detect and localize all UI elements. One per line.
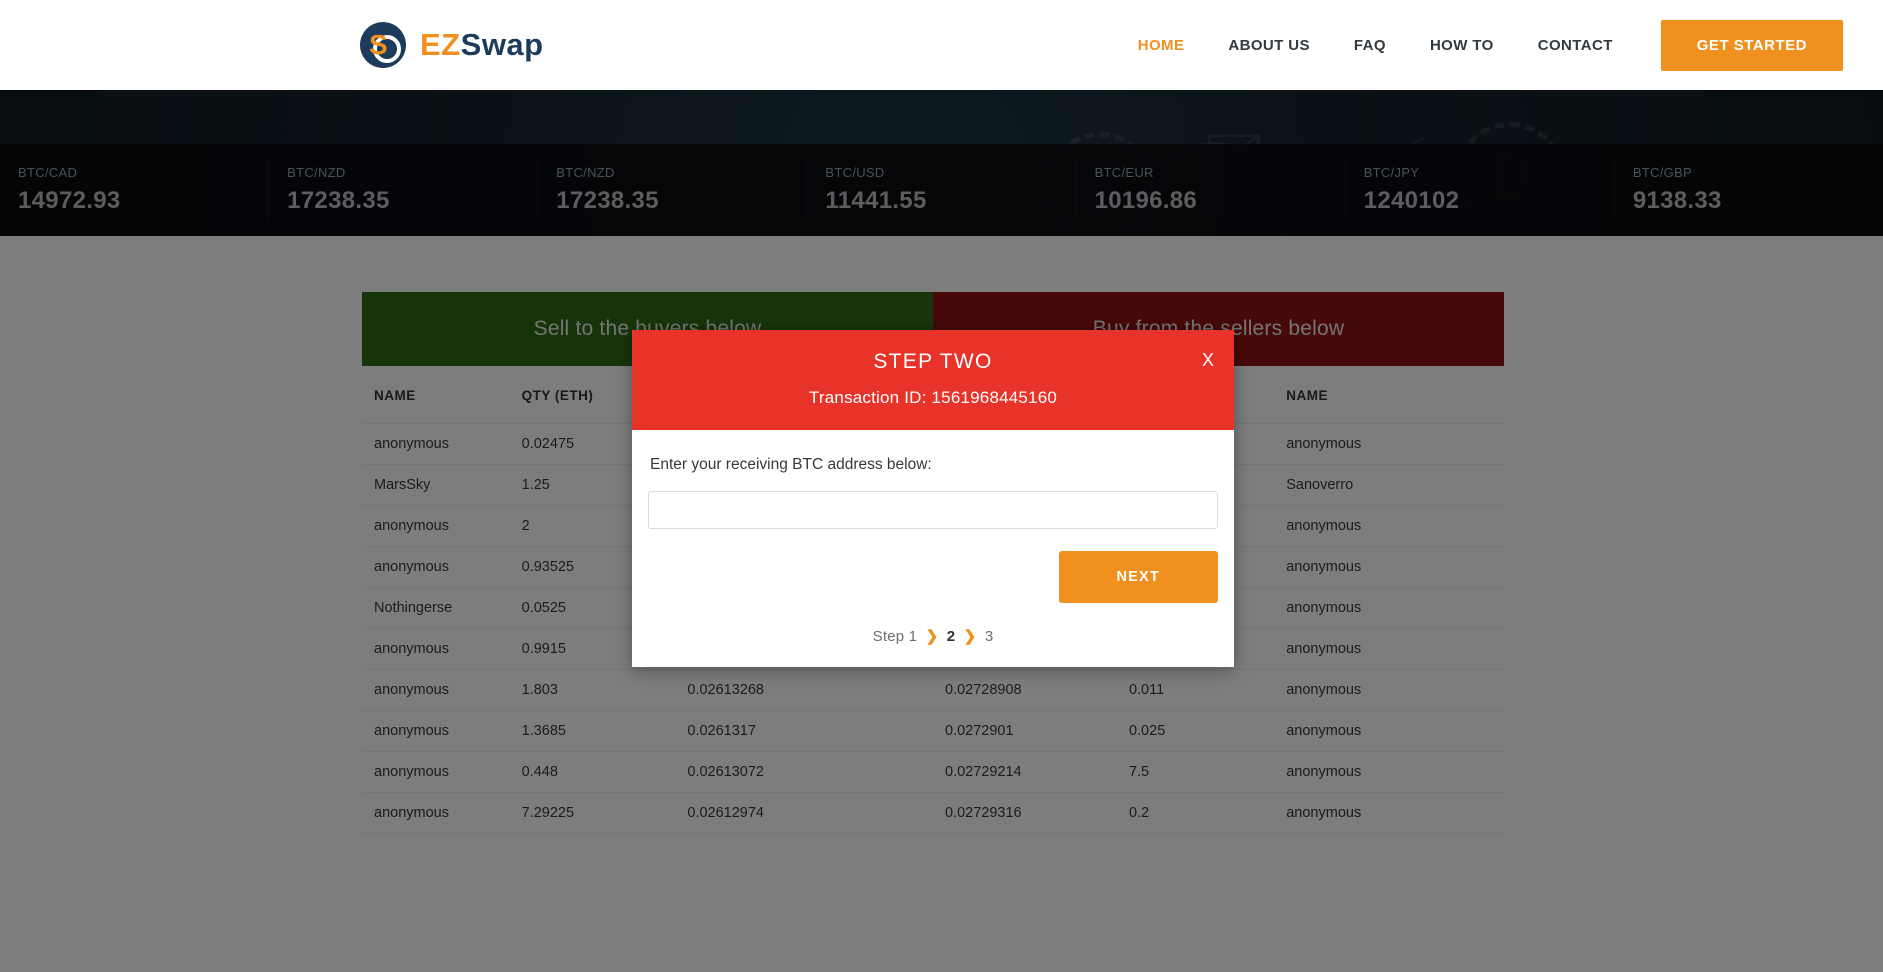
logo-mark-icon: S bbox=[360, 22, 406, 68]
app-page: S EZSwap HOME ABOUT US FAQ HOW TO CONTAC… bbox=[0, 0, 1883, 972]
nav-item-home[interactable]: HOME bbox=[1116, 27, 1207, 64]
modal-actions: NEXT bbox=[648, 551, 1218, 603]
nav-item-how-to[interactable]: HOW TO bbox=[1408, 27, 1516, 64]
logo[interactable]: S EZSwap bbox=[360, 22, 544, 68]
step-one[interactable]: 1 bbox=[909, 628, 918, 645]
site-header: S EZSwap HOME ABOUT US FAQ HOW TO CONTAC… bbox=[0, 0, 1883, 90]
modal-title: STEP TWO bbox=[873, 350, 993, 373]
step-two[interactable]: 2 bbox=[947, 628, 956, 645]
step-two-modal: STEP TWO Transaction ID: 1561968445160 X… bbox=[632, 330, 1234, 667]
btc-address-input[interactable] bbox=[648, 491, 1218, 529]
logo-wordmark: EZSwap bbox=[420, 27, 544, 63]
get-started-button[interactable]: GET STARTED bbox=[1660, 19, 1843, 71]
modal-body: Enter your receiving BTC address below: … bbox=[632, 430, 1234, 667]
btc-address-label: Enter your receiving BTC address below: bbox=[650, 456, 932, 473]
close-icon[interactable]: X bbox=[1202, 350, 1214, 371]
nav-item-faq[interactable]: FAQ bbox=[1332, 27, 1408, 64]
step-three[interactable]: 3 bbox=[985, 628, 994, 645]
logo-text-s: S bbox=[460, 27, 482, 62]
modal-transaction-id: Transaction ID: 1561968445160 bbox=[808, 388, 1058, 407]
next-button[interactable]: NEXT bbox=[1058, 551, 1218, 603]
step-chevron-icon: ❯ bbox=[925, 628, 939, 645]
logo-s-glyph: S bbox=[369, 29, 388, 60]
nav-item-contact[interactable]: CONTACT bbox=[1516, 27, 1635, 64]
main-navigation: HOME ABOUT US FAQ HOW TO CONTACT GET STA… bbox=[1116, 19, 1843, 71]
logo-text-wap: wap bbox=[481, 27, 544, 62]
step-indicator: Step 1 ❯ 2 ❯ 3 bbox=[648, 627, 1218, 645]
step-prefix: Step bbox=[872, 628, 905, 645]
modal-header: STEP TWO Transaction ID: 1561968445160 X bbox=[632, 330, 1234, 430]
logo-text-ez: EZ bbox=[420, 27, 461, 62]
nav-item-about-us[interactable]: ABOUT US bbox=[1206, 27, 1332, 64]
step-chevron-icon: ❯ bbox=[963, 628, 977, 645]
